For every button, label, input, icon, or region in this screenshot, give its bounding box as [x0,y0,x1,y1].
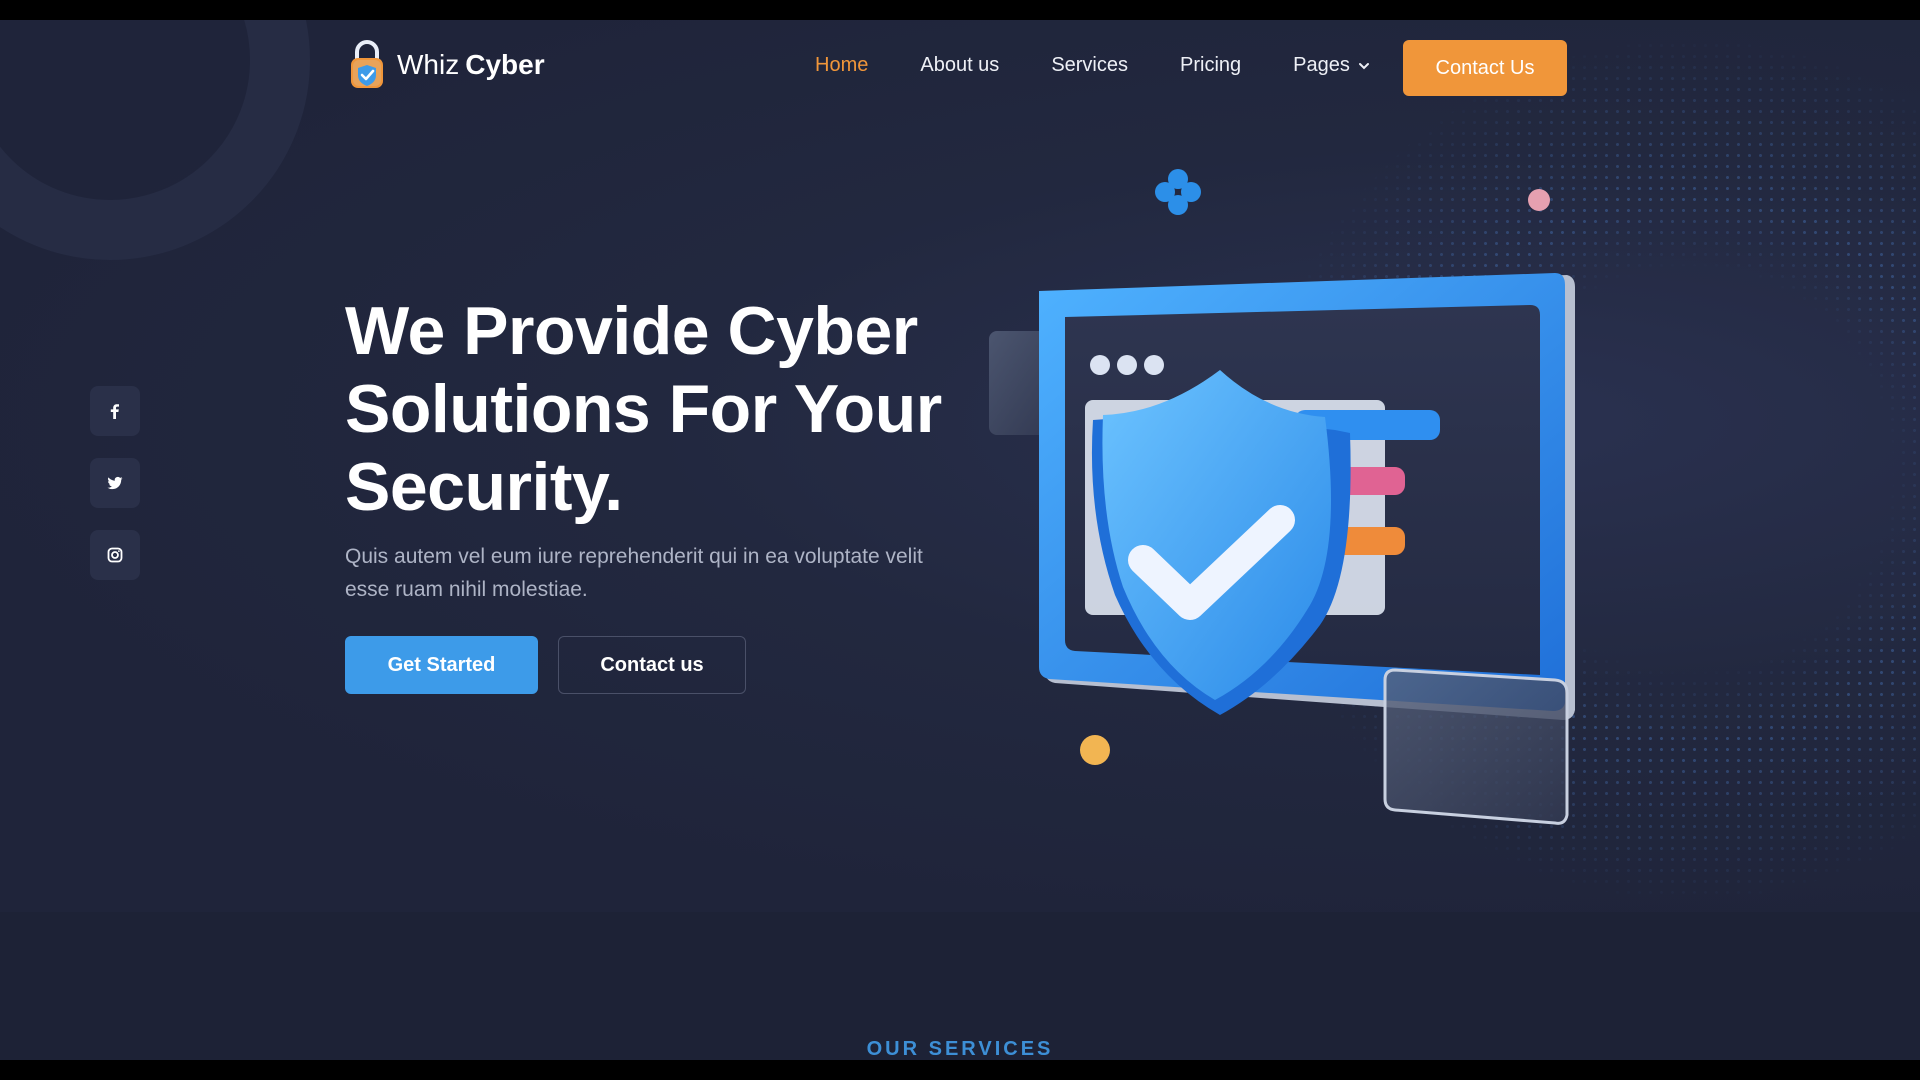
hero-subtext: Quis autem vel eum iure reprehenderit qu… [345,545,923,601]
lock-shield-icon [351,40,383,88]
contact-us-button[interactable]: Contact us [558,636,746,694]
glass-card [1383,668,1569,825]
twitter-icon [107,476,123,490]
nav-about-label: About us [920,54,1000,76]
gold-sphere [1080,735,1110,765]
services-eyebrow: OUR SERVICES [866,1038,1054,1060]
nav-pricing-label: Pricing [1180,54,1242,76]
nav-pages-label: Pages [1293,54,1350,76]
hero-section: Whiz Cyber Home About us Services Pricing… [0,20,1920,912]
get-started-button[interactable]: Get Started [345,636,538,694]
bottom-letterbox [0,1060,1920,1080]
facebook-link[interactable] [90,386,140,436]
brand-logo[interactable]: Whiz Cyber [347,38,545,92]
security-illustration [989,169,1575,825]
main-nav: Home About us Services Pricing Pages [815,54,1370,77]
hero-headline: We Provide Cyber Solutions For Your Secu… [345,293,942,525]
header-contact-button[interactable]: Contact Us [1403,40,1567,96]
instagram-link[interactable] [90,530,140,580]
nav-pages-dropdown[interactable]: Pages [1293,54,1370,77]
brand-name-light: Whiz [397,49,460,80]
nav-home-label: Home [815,54,869,76]
brand-name-bold: Cyber [465,49,545,80]
nav-services[interactable]: Services [1051,54,1128,77]
instagram-icon [107,547,123,563]
nav-services-label: Services [1051,54,1129,76]
nav-pricing[interactable]: Pricing [1180,54,1241,77]
blue-plus-shape [1155,169,1201,215]
pink-sphere [1528,189,1550,211]
twitter-link[interactable] [90,458,140,508]
decorative-arc [0,20,310,260]
brand-name: Whiz Cyber [397,49,545,81]
chevron-down-icon [1358,62,1369,69]
facebook-icon [110,404,119,419]
page-frame: Whiz Cyber Home About us Services Pricing… [0,20,1920,1060]
nav-home[interactable]: Home [815,54,868,77]
nav-about[interactable]: About us [920,54,999,77]
